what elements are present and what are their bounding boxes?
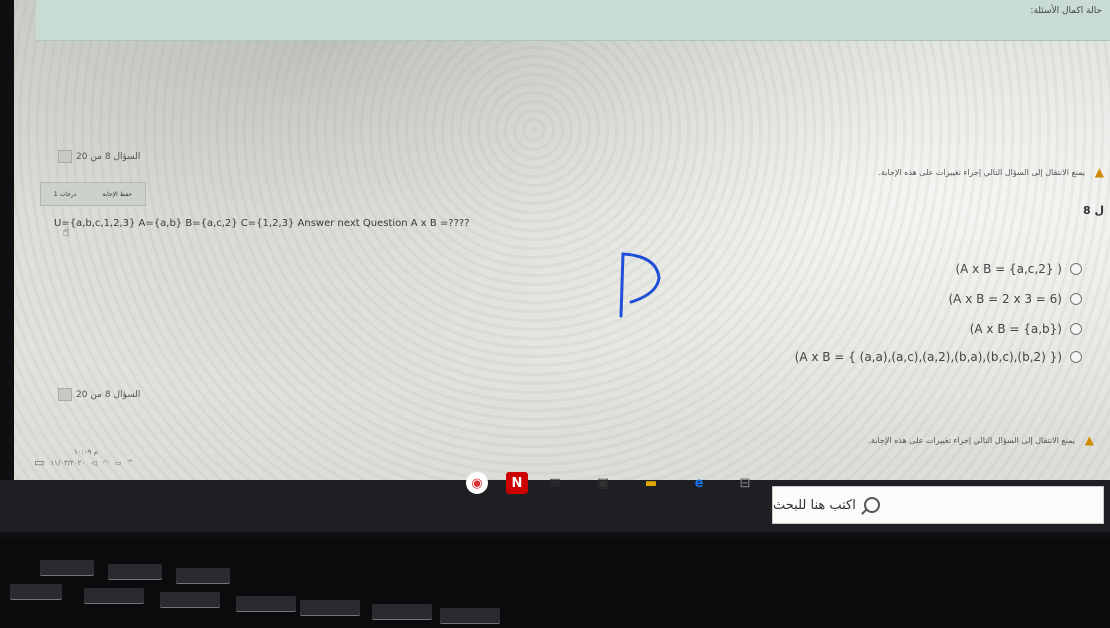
option-4-radio[interactable] <box>1070 351 1082 363</box>
banner-text: حالة اكمال الأسئلة: <box>1030 6 1102 16</box>
wifi-icon[interactable]: ◠ <box>103 459 109 467</box>
question-counter: السؤال 8 من 20 <box>76 389 141 400</box>
warning-row-top: ▲ يمنع الانتقال إلى السؤال التالي إجراء … <box>878 166 1104 178</box>
netflix-icon[interactable]: N <box>506 472 528 494</box>
question-number: 8 ل <box>1082 204 1104 217</box>
option-3-label: (A x B = {a,b}) <box>969 322 1062 336</box>
option-1-radio[interactable] <box>1070 263 1082 275</box>
warning-icon: ▲ <box>1084 433 1094 447</box>
task-view-icon[interactable]: ⊟ <box>734 472 756 494</box>
option-2-label: (A x B = 2 x 3 = 6) <box>948 292 1062 306</box>
question-counter: السؤال 8 من 20 <box>76 151 141 162</box>
option-3[interactable]: (A x B = {a,b}) <box>970 322 1082 336</box>
option-4[interactable]: (A x B = { (a,a),(a,c),(a,2),(b,a),(b,c)… <box>795 350 1082 364</box>
key <box>440 608 500 624</box>
key <box>40 560 94 576</box>
warning-text: يمنع الانتقال إلى السؤال التالي إجراء تغ… <box>878 167 1085 177</box>
points-label: 1 درجات <box>53 190 77 198</box>
question-text: U={a,b,c,1,2,3} A={a,b} B={a,c,2} C={1,2… <box>54 218 470 229</box>
key <box>300 600 360 616</box>
volume-icon[interactable]: ◁ <box>91 459 96 467</box>
warning-row-bottom: ▲ يمنع الانتقال إلى السؤال التالي إجراء … <box>868 434 1094 446</box>
battery-icon[interactable]: ▭ <box>115 459 122 467</box>
mail-icon[interactable]: ✉ <box>544 472 566 494</box>
question-info-box: 1 درجات حفظ الإجابة <box>40 182 146 206</box>
search-placeholder: اكتب هنا للبحث <box>773 497 856 513</box>
laptop-screen: حالة اكمال الأسئلة: السؤال 8 من 20 ▲ يمن… <box>14 0 1110 492</box>
option-1-label: (A x B = {a,c,2} ) <box>955 262 1062 276</box>
key <box>10 584 62 600</box>
option-1[interactable]: (A x B = {a,c,2} ) <box>955 262 1082 276</box>
key <box>84 588 144 604</box>
notification-icon[interactable]: ▭ <box>34 456 44 469</box>
option-4-label: (A x B = { (a,a),(a,c),(a,2),(b,a),(b,c)… <box>794 350 1062 364</box>
page-icon[interactable] <box>58 388 72 401</box>
search-icon <box>863 497 880 513</box>
store-icon[interactable]: ▣ <box>592 472 614 494</box>
question-nav-bottom: السؤال 8 من 20 <box>58 388 140 401</box>
key <box>160 592 220 608</box>
taskbar-search[interactable]: اكتب هنا للبحث <box>772 486 1104 524</box>
question-nav-top: السؤال 8 من 20 <box>58 150 140 163</box>
key <box>108 564 162 580</box>
key <box>236 596 296 612</box>
tray-time: م ١٠:٠٩ <box>74 448 98 456</box>
hand-cursor-icon: ☝ <box>62 225 70 240</box>
option-3-radio[interactable] <box>1070 323 1082 335</box>
chevron-up-icon[interactable]: ^ <box>127 459 133 467</box>
option-2[interactable]: (A x B = 2 x 3 = 6) <box>948 292 1082 306</box>
chrome-icon[interactable]: ◉ <box>466 472 488 494</box>
option-2-radio[interactable] <box>1070 293 1082 305</box>
handwritten-d: D <box>619 252 661 318</box>
key <box>176 568 230 584</box>
tray-date: ١١/٠٣/٢٠٢٠ <box>50 458 86 467</box>
laptop-keyboard <box>0 540 1110 628</box>
top-banner: حالة اكمال الأسئلة: <box>36 0 1110 41</box>
system-tray: م ١٠:٠٩ ▭ ١١/٠٣/٢٠٢٠ ◁ ◠ ▭ ^ <box>34 448 133 469</box>
page-icon[interactable] <box>58 150 72 163</box>
save-answer-button[interactable]: حفظ الإجابة <box>102 191 132 198</box>
file-explorer-icon[interactable]: ▬ <box>640 472 662 494</box>
warning-icon: ▲ <box>1094 165 1104 179</box>
warning-text: يمنع الانتقال إلى السؤال التالي إجراء تغ… <box>868 435 1075 445</box>
edge-icon[interactable]: e <box>688 472 710 494</box>
key <box>372 604 432 620</box>
screen-moire <box>14 0 1110 492</box>
